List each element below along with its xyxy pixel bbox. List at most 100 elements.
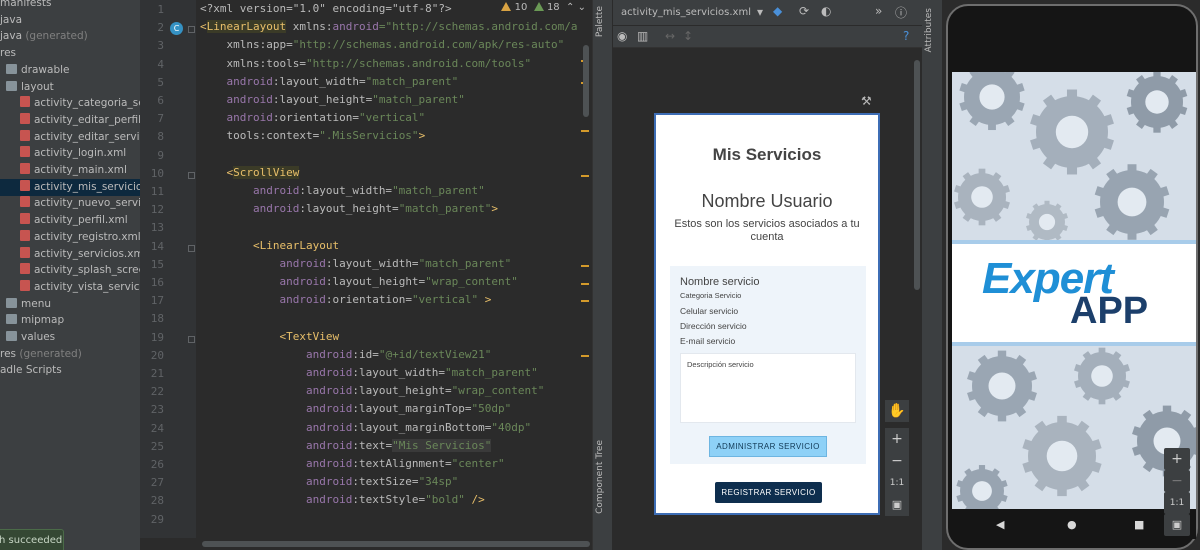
blueprint-icon[interactable]: ▥ <box>637 29 648 43</box>
emulator-fit-icon[interactable]: ▣ <box>1164 514 1190 536</box>
warning-stripe-marker[interactable] <box>581 175 589 177</box>
code-line[interactable]: android:orientation="vertical" <box>200 109 425 127</box>
tree-file-item[interactable]: activity_vista_servicio.xm <box>0 279 140 296</box>
tree-file-item[interactable]: activity_servicios.xml <box>0 246 140 263</box>
zoom-reset-button[interactable]: 1:1 <box>885 472 909 494</box>
code-line[interactable]: android:layout_width="match_parent" <box>200 364 538 382</box>
code-line[interactable]: android:textAlignment="center" <box>200 455 505 473</box>
tree-file-item[interactable]: activity_splash_screen.xr <box>0 262 140 279</box>
tree-file-item[interactable]: activity_main.xml <box>0 162 140 179</box>
code-line[interactable]: android:layout_width="match_parent" <box>200 73 458 91</box>
fold-marker-icon[interactable] <box>188 335 195 343</box>
code-token: :orientation= <box>272 111 359 125</box>
tree-file-item[interactable]: activity_registro.xml <box>0 229 140 246</box>
tree-folder-item[interactable]: manifests <box>0 0 140 12</box>
class-gutter-icon[interactable]: C <box>170 22 183 35</box>
chevron-down-icon[interactable]: ⌄ <box>578 2 586 13</box>
code-line[interactable]: android:textStyle="bold" /> <box>200 491 485 509</box>
tree-folder-item[interactable]: res <box>0 45 140 62</box>
tree-folder-item[interactable]: menu <box>0 296 140 313</box>
code-line[interactable]: <ScrollView <box>200 164 300 182</box>
recents-icon[interactable]: ■ <box>1134 518 1144 531</box>
emulator-zoom-reset-button[interactable]: 1:1 <box>1164 492 1190 514</box>
tree-file-item[interactable]: activity_editar_perfil.xm <box>0 112 140 129</box>
palette-tab[interactable]: Palette <box>595 6 605 37</box>
register-service-button[interactable]: REGISTRAR SERVICIO <box>715 482 822 503</box>
code-line[interactable]: android:layout_height="match_parent" <box>200 91 464 109</box>
tree-folder-item[interactable]: values <box>0 329 140 346</box>
warning-stripe-marker[interactable] <box>581 283 589 285</box>
fold-marker-icon[interactable] <box>188 171 195 179</box>
tree-folder-item[interactable]: java (generated) <box>0 28 140 45</box>
code-line[interactable]: android:orientation="vertical" > <box>200 291 491 309</box>
code-line[interactable]: android:layout_height="wrap_content" <box>200 382 544 400</box>
code-line[interactable]: xmlns:app="http://schemas.android.com/ap… <box>200 36 564 54</box>
warning-stripe-marker[interactable] <box>581 300 589 302</box>
back-icon[interactable]: ◀ <box>996 518 1004 531</box>
warning-stripe-marker[interactable] <box>581 265 589 267</box>
tree-folder-item[interactable]: adle Scripts <box>0 362 140 379</box>
tree-file-item[interactable]: activity_login.xml <box>0 145 140 162</box>
tree-folder-item[interactable]: res (generated) <box>0 346 140 363</box>
admin-service-button[interactable]: ADMINISTRAR SERVICIO <box>709 436 827 457</box>
code-line[interactable]: android:layout_width="match_parent" <box>200 182 485 200</box>
tree-folder-item[interactable]: drawable <box>0 62 140 79</box>
tree-file-item[interactable]: activity_categoria_servic <box>0 95 140 112</box>
dropdown-icon[interactable]: ▾ <box>757 5 763 19</box>
pan-hand-icon[interactable]: ✋ <box>885 400 909 422</box>
tree-file-item[interactable]: activity_perfil.xml <box>0 212 140 229</box>
component-tree-tab[interactable]: Component Tree <box>595 440 605 514</box>
expand-icon[interactable]: » <box>875 4 882 18</box>
code-line[interactable]: android:text="Mis Servicios" <box>200 437 492 455</box>
night-mode-icon[interactable]: ◐ <box>821 4 831 18</box>
code-line[interactable]: android:layout_height="wrap_content" <box>200 273 517 291</box>
code-line[interactable]: tools:context=".MisServicios"> <box>200 127 425 145</box>
height-arrows-icon[interactable]: ↕ <box>683 29 693 43</box>
home-icon[interactable]: ● <box>1067 518 1077 531</box>
code-line[interactable]: android:layout_marginTop="50dp" <box>200 400 511 418</box>
width-arrows-icon[interactable]: ↔ <box>665 29 675 43</box>
tree-folder-item[interactable]: mipmap <box>0 312 140 329</box>
code-line[interactable]: android:id="@+id/textView21" <box>200 346 491 364</box>
code-line[interactable]: <LinearLayout <box>200 237 339 255</box>
emulator-screen[interactable]: Expert APP <box>952 72 1196 509</box>
tree-file-item[interactable]: activity_mis_servicios.xm <box>0 179 140 196</box>
layout-preview[interactable]: Mis Servicios Nombre Usuario Estos son l… <box>654 113 880 515</box>
code-line[interactable]: <TextView <box>200 328 339 346</box>
warning-stripe-marker[interactable] <box>581 355 589 357</box>
scroll-thumb[interactable] <box>202 541 590 547</box>
file-tab[interactable]: activity_mis_servicios.xml <box>621 7 751 18</box>
layers-icon[interactable]: ◆ <box>773 4 782 18</box>
code-editor[interactable]: 10 18 ⌃ ⌄ <?xml version="1.0" encoding="… <box>196 0 592 538</box>
editor-scrollbar[interactable] <box>583 45 589 117</box>
wrench-icon[interactable]: ⚒ <box>861 94 872 108</box>
tree-folder-item[interactable]: java <box>0 12 140 29</box>
fit-screen-icon[interactable]: ▣ <box>885 494 909 516</box>
code-line[interactable]: <LinearLayout xmlns:android="http://sche… <box>200 18 578 36</box>
code-line[interactable]: android:layout_height="match_parent"> <box>200 200 498 218</box>
eye-icon[interactable]: ◉ <box>617 29 627 43</box>
emulator-zoom-in-button[interactable]: + <box>1164 448 1190 470</box>
tree-file-item[interactable]: activity_nuevo_servicio.x <box>0 195 140 212</box>
tree-folder-item[interactable]: layout <box>0 79 140 96</box>
issues-icon[interactable]: ⓘ <box>895 4 907 21</box>
attributes-tab[interactable]: Attributes <box>924 8 934 52</box>
zoom-in-button[interactable]: + <box>885 428 909 450</box>
code-line[interactable]: android:textSize="34sp" <box>200 473 458 491</box>
editor-horizontal-scrollbar[interactable] <box>140 538 592 550</box>
tree-file-item[interactable]: activity_editar_servicio.x <box>0 129 140 146</box>
help-icon[interactable]: ? <box>903 29 909 43</box>
code-line[interactable]: xmlns:tools="http://schemas.android.com/… <box>200 55 531 73</box>
code-line[interactable]: android:layout_width="match_parent" <box>200 255 511 273</box>
description-field[interactable]: Descripción servicio <box>680 353 856 423</box>
orientation-icon[interactable]: ⟳ <box>799 4 809 18</box>
emulator-zoom-out-button[interactable]: − <box>1164 470 1190 492</box>
zoom-out-button[interactable]: − <box>885 450 909 472</box>
warning-stripe-marker[interactable] <box>581 130 589 132</box>
design-scrollbar[interactable] <box>914 60 920 290</box>
code-line[interactable]: android:layout_marginBottom="40dp" <box>200 419 531 437</box>
chevron-up-icon[interactable]: ⌃ <box>566 2 574 13</box>
fold-marker-icon[interactable] <box>188 26 195 34</box>
fold-marker-icon[interactable] <box>188 244 195 252</box>
code-line[interactable]: <?xml version="1.0" encoding="utf-8"?> <box>200 0 452 18</box>
